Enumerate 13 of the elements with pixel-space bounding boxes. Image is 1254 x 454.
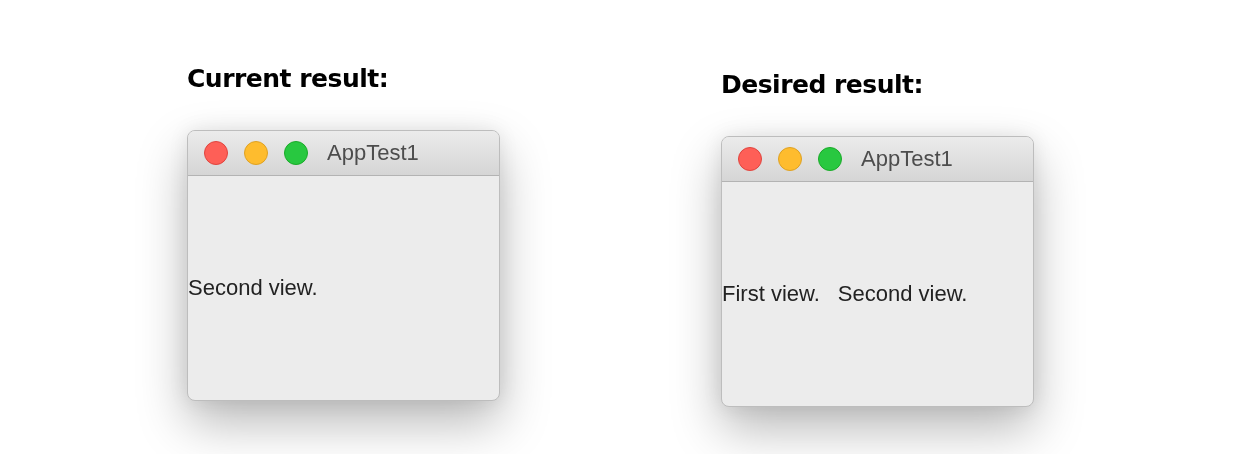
- view-label: Second view.: [188, 275, 318, 301]
- heading: Desired result:: [721, 70, 925, 100]
- zoom-button[interactable]: [818, 147, 842, 171]
- window-title: AppTest1: [861, 146, 953, 172]
- minimize-button[interactable]: [244, 141, 268, 165]
- close-button[interactable]: [738, 147, 762, 171]
- close-button[interactable]: [204, 141, 228, 165]
- window-title: AppTest1: [327, 140, 419, 166]
- minimize-button[interactable]: [778, 147, 802, 171]
- heading: Current result:: [187, 64, 390, 94]
- view-label: First view.: [722, 281, 820, 307]
- zoom-button[interactable]: [284, 141, 308, 165]
- view-label: Second view.: [837, 281, 968, 307]
